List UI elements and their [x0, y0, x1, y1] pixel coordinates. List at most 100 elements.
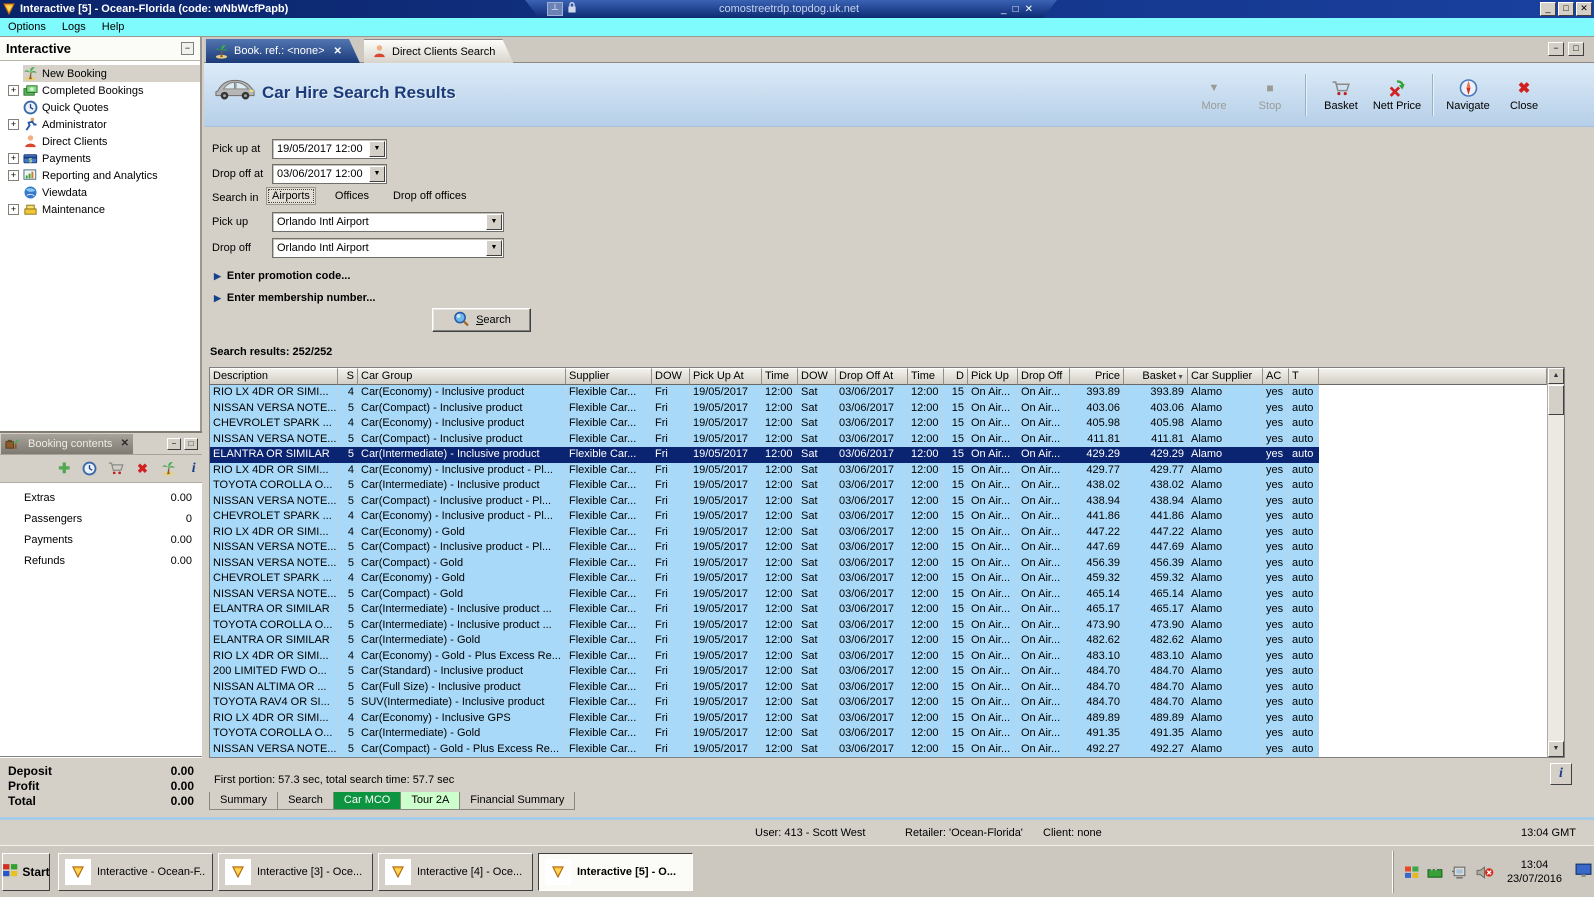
sidebar-item-payments[interactable]: +$Payments — [0, 150, 200, 167]
window-minimize-button[interactable]: _ — [1540, 2, 1556, 16]
column-header-description[interactable]: Description — [210, 368, 338, 385]
tab-direct-clients-search[interactable]: Direct Clients Search — [364, 39, 513, 63]
sidebar-item-maintenance[interactable]: +Maintenance — [0, 201, 200, 218]
column-header-t[interactable]: T — [1289, 368, 1319, 385]
scroll-up-icon[interactable]: ▲ — [1548, 368, 1564, 384]
window-restore-button[interactable]: □ — [1558, 2, 1574, 16]
nett-price-button[interactable]: Nett Price — [1371, 71, 1423, 119]
tree-expand-icon[interactable]: + — [8, 204, 19, 215]
column-header-basket[interactable]: Basket▼ — [1124, 368, 1188, 385]
booking-tool-delete-item[interactable]: ✖ — [134, 460, 151, 478]
menu-item-help[interactable]: Help — [94, 19, 133, 35]
drop-off-at-input[interactable]: 03/06/2017 12:00 ▼ — [272, 164, 387, 184]
booking-row-extras[interactable]: Extras0.00 — [0, 487, 202, 508]
tree-expand-icon[interactable]: + — [8, 153, 19, 164]
vertical-scrollbar[interactable]: ▲ ▼ — [1547, 368, 1564, 757]
bottom-tab-summary[interactable]: Summary — [209, 792, 278, 810]
table-row[interactable]: CHEVROLET SPARK ...4Car(Economy) - Inclu… — [210, 509, 1319, 525]
rdp-close-button[interactable]: ✕ — [1025, 4, 1033, 15]
tree-expand-icon[interactable]: + — [8, 85, 19, 96]
column-header-time1[interactable]: Time — [762, 368, 798, 385]
table-row[interactable]: NISSAN ALTIMA OR ...5Car(Full Size) - In… — [210, 680, 1319, 696]
taskbar-button-1[interactable]: Interactive - Ocean-F... — [58, 853, 213, 891]
table-row[interactable]: NISSAN VERSA NOTE...5Car(Compact) - Incl… — [210, 401, 1319, 417]
promotion-code-expander[interactable]: ▶ Enter promotion code... — [214, 270, 350, 282]
sidebar-item-reporting-and-analytics[interactable]: +Reporting and Analytics — [0, 167, 200, 184]
table-row[interactable]: RIO LX 4DR OR SIMI...4Car(Economy) - Gol… — [210, 525, 1319, 541]
menu-item-logs[interactable]: Logs — [54, 19, 94, 35]
booking-tool-info[interactable]: i — [185, 460, 202, 478]
column-header-s[interactable]: S — [338, 368, 358, 385]
booking-panel-close-icon[interactable]: ✕ — [121, 438, 129, 449]
start-button[interactable]: Start — [2, 853, 50, 891]
booking-tool-to-basket[interactable] — [107, 460, 125, 478]
table-row[interactable]: RIO LX 4DR OR SIMI...4Car(Economy) - Gol… — [210, 649, 1319, 665]
tab-book-ref-none-[interactable]: Book. ref.: <none>✕ — [206, 39, 360, 63]
table-row[interactable]: NISSAN VERSA NOTE...5Car(Compact) - Incl… — [210, 540, 1319, 556]
tray-plug-icon[interactable] — [1451, 865, 1468, 880]
table-row[interactable]: TOYOTA COROLLA O...5Car(Intermediate) - … — [210, 618, 1319, 634]
column-header-car_group[interactable]: Car Group — [358, 368, 566, 385]
table-row[interactable]: TOYOTA RAV4 OR SI...5SUV(Intermediate) -… — [210, 695, 1319, 711]
table-row[interactable]: RIO LX 4DR OR SIMI...4Car(Economy) - Inc… — [210, 463, 1319, 479]
drop-off-at-dropdown-icon[interactable]: ▼ — [369, 166, 385, 182]
scroll-down-icon[interactable]: ▼ — [1548, 741, 1564, 757]
bottom-tab-financial-summary[interactable]: Financial Summary — [459, 792, 575, 810]
tray-mute-icon[interactable] — [1475, 865, 1494, 880]
search-button[interactable]: Search — [432, 308, 531, 332]
table-row[interactable]: 200 LIMITED FWD O...5Car(Standard) - Inc… — [210, 664, 1319, 680]
rdp-restore-button[interactable]: □ — [1013, 4, 1019, 15]
booking-tool-holiday[interactable] — [160, 460, 177, 478]
sidebar-item-new-booking[interactable]: New Booking — [0, 65, 200, 82]
sidebar-item-quick-quotes[interactable]: Quick Quotes — [0, 99, 200, 116]
sidebar-item-administrator[interactable]: +Administrator — [0, 116, 200, 133]
table-row[interactable]: CHEVROLET SPARK ...4Car(Economy) - Inclu… — [210, 416, 1319, 432]
basket-button[interactable]: Basket — [1315, 71, 1367, 119]
table-row[interactable]: TOYOTA COROLLA O...5Car(Intermediate) - … — [210, 726, 1319, 742]
taskbar-button-4[interactable]: Interactive [5] - O... — [538, 853, 693, 891]
column-header-ac[interactable]: AC — [1263, 368, 1289, 385]
booking-panel-restore-button[interactable]: □ — [184, 438, 198, 450]
monitor-icon[interactable] — [1575, 863, 1592, 881]
booking-row-passengers[interactable]: Passengers0 — [0, 508, 202, 529]
tray-app-icon[interactable] — [1404, 865, 1420, 880]
booking-row-payments[interactable]: Payments0.00 — [0, 529, 202, 550]
sidebar-item-viewdata[interactable]: Viewdata — [0, 184, 200, 201]
mdi-restore-button[interactable]: □ — [1568, 42, 1584, 56]
pick-up-at-dropdown-icon[interactable]: ▼ — [369, 141, 385, 157]
search-in-option-drop-off-offices[interactable]: Drop off offices — [388, 188, 472, 204]
table-row[interactable]: NISSAN VERSA NOTE...5Car(Compact) - Incl… — [210, 432, 1319, 448]
booking-row-refunds[interactable]: Refunds0.00 — [0, 550, 202, 571]
column-header-d[interactable]: D — [944, 368, 968, 385]
drop-off-dropdown-icon[interactable]: ▼ — [486, 240, 502, 256]
tree-expand-icon[interactable]: + — [8, 170, 19, 181]
booking-tool-add-item[interactable]: ✚ — [56, 460, 73, 478]
pick-up-input[interactable]: Orlando Intl Airport ▼ — [272, 212, 504, 232]
tree-expand-icon[interactable]: + — [8, 119, 19, 130]
sidebar-collapse-button[interactable]: − — [181, 42, 194, 55]
membership-number-expander[interactable]: ▶ Enter membership number... — [214, 292, 375, 304]
table-row[interactable]: ELANTRA OR SIMILAR5Car(Intermediate) - G… — [210, 633, 1319, 649]
table-row[interactable]: TOYOTA COROLLA O...5Car(Intermediate) - … — [210, 478, 1319, 494]
column-header-time2[interactable]: Time — [908, 368, 944, 385]
rdp-pin-icon[interactable]: ┴ — [547, 2, 563, 16]
column-header-pick_up[interactable]: Pick Up — [968, 368, 1018, 385]
column-header-drop_off[interactable]: Drop Off — [1018, 368, 1070, 385]
table-row[interactable]: RIO LX 4DR OR SIMI...4Car(Economy) - Inc… — [210, 711, 1319, 727]
sidebar-item-completed-bookings[interactable]: +Completed Bookings — [0, 82, 200, 99]
search-in-option-offices[interactable]: Offices — [330, 188, 374, 204]
rdp-minimize-button[interactable]: _ — [1001, 4, 1007, 15]
info-button[interactable]: i — [1550, 763, 1572, 785]
sidebar-item-direct-clients[interactable]: Direct Clients — [0, 133, 200, 150]
table-row[interactable]: RIO LX 4DR OR SIMI...4Car(Economy) - Inc… — [210, 385, 1319, 401]
navigate-button[interactable]: Navigate — [1442, 71, 1494, 119]
tab-close-icon[interactable]: ✕ — [334, 46, 342, 57]
drop-off-input[interactable]: Orlando Intl Airport ▼ — [272, 238, 504, 258]
search-in-option-airports[interactable]: Airports — [266, 187, 316, 205]
mdi-minimize-button[interactable]: − — [1548, 42, 1564, 56]
tray-network-icon[interactable] — [1427, 866, 1444, 879]
table-row[interactable]: ELANTRA OR SIMILAR5Car(Intermediate) - I… — [210, 447, 1319, 463]
column-header-supplier[interactable]: Supplier — [566, 368, 652, 385]
table-row[interactable]: NISSAN VERSA NOTE...5Car(Compact) - Gold… — [210, 742, 1319, 758]
window-close-button[interactable]: ✕ — [1576, 2, 1592, 16]
